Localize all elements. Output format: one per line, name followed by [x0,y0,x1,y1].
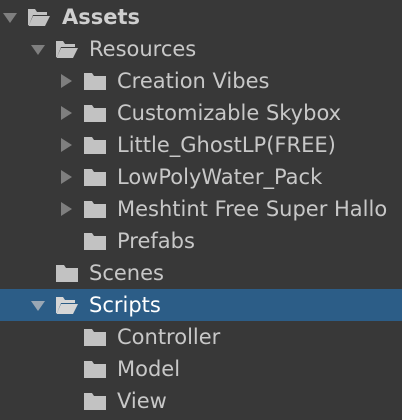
folder-icon [55,263,79,283]
folder-icon [83,327,107,347]
folder-icon [83,199,107,219]
folder-open-icon [55,295,79,315]
folder-icon [83,167,107,187]
tree-row-lowpolywater-pack[interactable]: LowPolyWater_Pack [0,161,402,193]
folder-icon [83,103,107,123]
chevron-down-icon[interactable] [30,297,46,313]
chevron-right-icon[interactable] [58,105,74,121]
tree-item-label: Resources [89,37,197,61]
tree-item-label: Customizable Skybox [117,101,342,125]
chevron-right-icon[interactable] [58,201,74,217]
tree-item-label: Meshtint Free Super Hallo [117,197,388,221]
tree-row-model[interactable]: Model [0,353,402,385]
chevron-down-icon[interactable] [30,41,46,57]
tree-row-scripts[interactable]: Scripts [0,289,402,321]
chevron-right-icon[interactable] [58,73,74,89]
tree-row-creation-vibes[interactable]: Creation Vibes [0,65,402,97]
chevron-down-icon[interactable] [2,9,18,25]
tree-row-scenes[interactable]: Scenes [0,257,402,289]
project-tree: Assets Resources Creation Vibes Customiz… [0,0,402,420]
tree-row-assets[interactable]: Assets [0,1,402,33]
folder-icon [83,391,107,411]
chevron-right-icon[interactable] [58,137,74,153]
tree-item-label: Little_GhostLP(FREE) [117,133,336,157]
tree-item-label: Creation Vibes [117,69,270,93]
tree-row-view[interactable]: View [0,385,402,417]
tree-row-little-ghostlp[interactable]: Little_GhostLP(FREE) [0,129,402,161]
tree-item-label: Controller [117,325,221,349]
tree-row-prefabs[interactable]: Prefabs [0,225,402,257]
tree-item-label: View [117,389,167,413]
folder-icon [83,359,107,379]
folder-icon [83,231,107,251]
tree-row-customizable-skybox[interactable]: Customizable Skybox [0,97,402,129]
tree-row-meshtint[interactable]: Meshtint Free Super Hallo [0,193,402,225]
chevron-right-icon[interactable] [58,169,74,185]
tree-item-label: Scripts [89,293,161,317]
tree-item-label: LowPolyWater_Pack [117,165,323,189]
folder-icon [83,71,107,91]
folder-icon [83,135,107,155]
tree-item-label: Model [117,357,181,381]
tree-row-controller[interactable]: Controller [0,321,402,353]
tree-row-resources[interactable]: Resources [0,33,402,65]
tree-item-label: Prefabs [117,229,195,253]
folder-open-icon [27,7,51,27]
tree-item-label: Assets [62,5,141,29]
tree-item-label: Scenes [89,261,164,285]
folder-open-icon [55,39,79,59]
